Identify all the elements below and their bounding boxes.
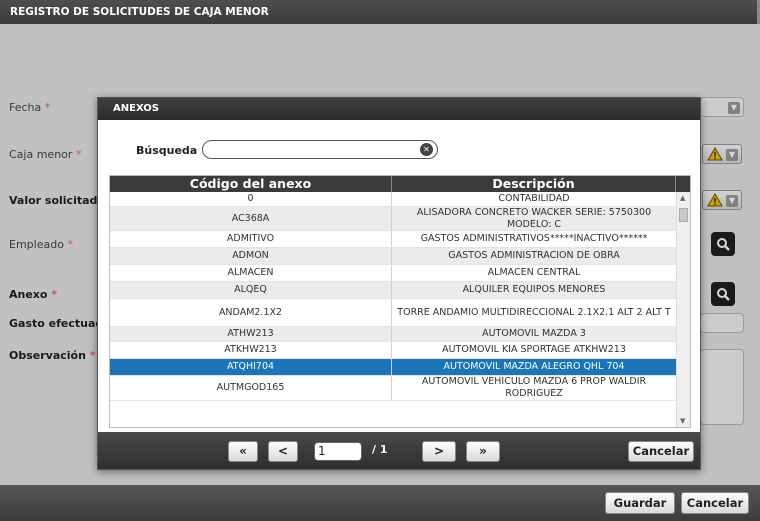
pagination-bar: « < 1 / 1 > » Cancelar: [98, 432, 700, 469]
page-number-input[interactable]: 1: [314, 442, 362, 461]
next-page-button[interactable]: >: [422, 441, 456, 462]
cancel-button[interactable]: Cancelar: [681, 492, 749, 514]
anexos-dialog: ANEXOS Búsqueda ✕ Código del anexo Descr…: [97, 97, 701, 470]
table-row[interactable]: AC368A ALISADORA CONCRETO WACKER SERIE: 5…: [110, 207, 676, 231]
table-row[interactable]: ATQHI704 AUTOMOVIL MAZDA ALEGRO QHL 704: [110, 359, 676, 376]
cell-codigo: AC368A: [110, 207, 392, 230]
column-header-descripcion[interactable]: Descripción: [392, 176, 676, 192]
cell-codigo: ALQEQ: [110, 282, 392, 298]
cell-descripcion: ALQUILER EQUIPOS MENORES: [462, 284, 606, 295]
table-row[interactable]: ATHW213 AUTOMOVIL MAZDA 3: [110, 327, 676, 342]
cell-codigo: ATQHI704: [110, 359, 392, 375]
cell-descripcion: GASTOS ADMINISTRATIVOS*****INACTIVO*****…: [420, 233, 648, 244]
cell-descripcion: GASTOS ADMINISTRACION DE OBRA: [448, 250, 620, 261]
window-title: REGISTRO DE SOLICITUDES DE CAJA MENOR: [0, 0, 760, 24]
cell-descripcion: CONTABILIDAD: [498, 193, 570, 204]
last-page-button[interactable]: »: [466, 441, 500, 462]
table-row[interactable]: ANDAM2.1X2 TORRE ANDAMIO MULTIDIRECCIONAL…: [110, 299, 676, 327]
cell-descripcion: AUTOMOVIL MAZDA ALEGRO QHL 704: [443, 361, 625, 372]
scroll-down-icon[interactable]: ▼: [680, 417, 685, 425]
dialog-cancel-button[interactable]: Cancelar: [628, 441, 694, 462]
column-header-codigo[interactable]: Código del anexo: [110, 176, 392, 192]
cell-descripcion: AUTOMOVIL KIA SPORTAGE ATKHW213: [442, 344, 626, 355]
cell-codigo: ATKHW213: [110, 342, 392, 358]
table-row[interactable]: ALQEQ ALQUILER EQUIPOS MENORES: [110, 282, 676, 299]
cell-descripcion: TORRE ANDAMIO MULTIDIRECCIONAL 2.1X2.1 A…: [397, 306, 671, 318]
cell-codigo: 0: [110, 192, 392, 206]
page-total: / 1: [372, 443, 388, 456]
search-label: Búsqueda: [136, 144, 198, 157]
dialog-title: ANEXOS: [98, 98, 700, 120]
cell-descripcion: AUTOMOVIL VEHICULO MAZDA 6 PROP WALDIR R…: [421, 376, 647, 399]
table-row[interactable]: AUTMGOD165 AUTOMOVIL VEHICULO MAZDA 6 PRO…: [110, 376, 676, 401]
cell-codigo: ALMACEN: [110, 265, 392, 281]
table-body: 0 CONTABILIDAD AC368A ALISADORA CONCRETO WA…: [110, 192, 676, 401]
scroll-up-icon[interactable]: ▲: [680, 194, 685, 202]
table-row[interactable]: ADMON GASTOS ADMINISTRACION DE OBRA: [110, 248, 676, 265]
cell-codigo: ADMITIVO: [110, 231, 392, 247]
cell-codigo: ANDAM2.1X2: [110, 299, 392, 326]
vertical-scrollbar[interactable]: ▲ ▼: [676, 192, 690, 427]
clear-icon[interactable]: ✕: [420, 143, 433, 156]
prev-page-button[interactable]: <: [268, 441, 298, 462]
cell-descripcion: ALISADORA CONCRETO WACKER SERIE: 5750300…: [416, 206, 652, 230]
cell-descripcion: ALMACEN CENTRAL: [487, 267, 581, 278]
first-page-button[interactable]: «: [228, 441, 258, 462]
table-row[interactable]: ATKHW213 AUTOMOVIL KIA SPORTAGE ATKHW213: [110, 342, 676, 359]
table-row[interactable]: ALMACEN ALMACEN CENTRAL: [110, 265, 676, 282]
cell-codigo: ADMON: [110, 248, 392, 264]
form-footer: Guardar Cancelar: [0, 485, 760, 521]
search-input[interactable]: ✕: [202, 140, 438, 159]
table-header: Código del anexo Descripción: [110, 176, 690, 192]
cell-codigo: AUTMGOD165: [110, 376, 392, 400]
cell-codigo: ATHW213: [110, 327, 392, 341]
scrollbar-thumb[interactable]: [679, 208, 688, 222]
anexos-table: Código del anexo Descripción 0 CONTABILID…: [109, 175, 691, 428]
table-row[interactable]: ADMITIVO GASTOS ADMINISTRATIVOS*****INACT…: [110, 231, 676, 248]
cell-descripcion: AUTOMOVIL MAZDA 3: [482, 328, 586, 339]
save-button[interactable]: Guardar: [605, 492, 675, 514]
